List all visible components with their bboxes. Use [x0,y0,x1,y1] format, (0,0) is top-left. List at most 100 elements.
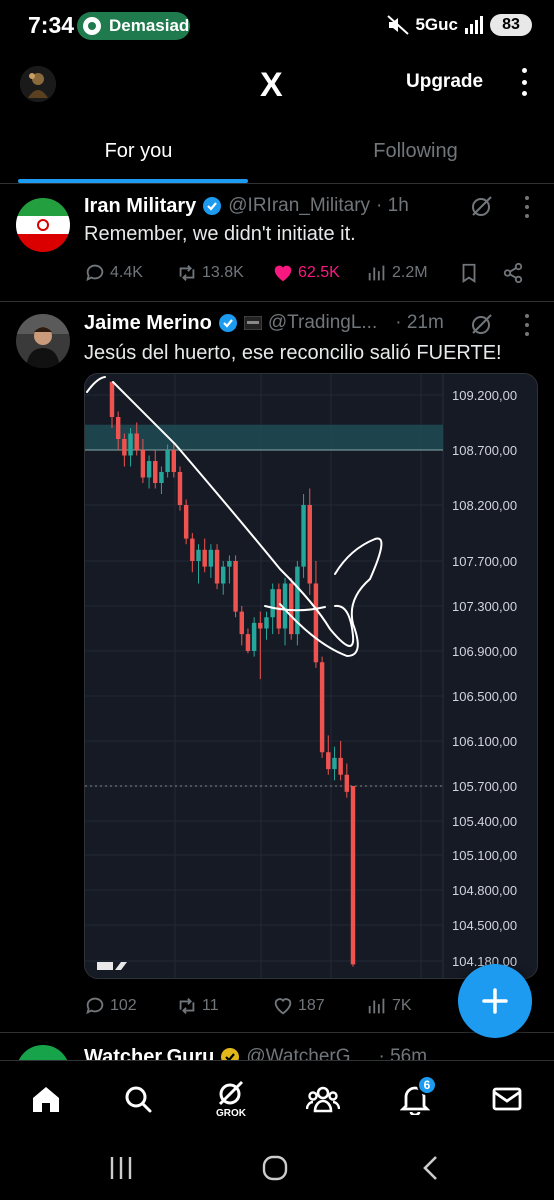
author-avatar[interactable] [16,314,70,368]
tab-label: Following [373,140,458,162]
price-tick-label: 109.200,00 [452,388,517,403]
author-handle[interactable]: @TradingL... [268,312,377,334]
author-photo [16,314,70,368]
tweet[interactable]: Iran Military @IRIran_Military · 1h Reme… [0,186,554,300]
repost-count: 13.8K [202,264,244,281]
like-count: 187 [298,997,325,1014]
grok-icon[interactable] [470,194,494,218]
active-app-label: Demasiado [109,16,190,35]
share-icon[interactable] [502,262,524,284]
tweet[interactable]: Watcher.Guru @WatcherG · 56m [0,1033,554,1060]
home-button-icon[interactable] [260,1154,290,1182]
profile-avatar[interactable] [20,66,56,102]
candle-body [344,774,350,792]
repost-button[interactable]: 13.8K [176,259,244,287]
tweet-text: Remember, we didn't initiate it. [84,223,356,245]
nav-communities[interactable] [303,1079,343,1119]
compose-button[interactable] [458,964,532,1038]
candle-body [338,757,343,775]
candle-body [288,583,294,635]
network-label: 5Guc [415,15,458,34]
nav-messages[interactable] [487,1079,527,1119]
reply-icon [86,997,104,1015]
candle-body [159,472,164,483]
price-tick-label: 105.100,00 [452,848,517,863]
bottom-navigation: GROK 6 [0,1060,554,1136]
back-icon[interactable] [416,1154,446,1182]
price-tick-label: 106.900,00 [452,644,517,659]
reply-count: 4.4K [110,264,143,281]
author-handle[interactable]: @WatcherG [246,1046,350,1060]
more-options-icon[interactable] [514,68,534,96]
bookmark-icon[interactable] [458,262,480,284]
reply-count: 102 [110,997,137,1014]
tweet-more-icon[interactable] [524,196,530,218]
grok-label: GROK [216,1108,246,1119]
candle-body [227,561,232,567]
views-button[interactable]: 2.2M [366,259,428,287]
active-app-pill[interactable]: Demasiado [77,12,190,40]
candle-body [332,757,337,770]
candle-body [196,549,201,561]
verified-badge-icon [218,314,237,332]
x-logo-icon[interactable]: X [260,66,283,105]
profile-avatar-image [20,66,56,102]
candle-body [177,472,183,505]
candle-body [153,461,158,483]
author-avatar[interactable] [16,198,70,252]
author-name[interactable]: Watcher.Guru [84,1046,214,1061]
signal-icon [465,16,483,34]
active-tab-indicator [18,179,248,183]
price-tick-label: 108.200,00 [452,498,517,513]
tab-for-you[interactable]: For you [0,126,277,183]
tweet-time: · 56m [378,1046,428,1060]
price-tick-label: 106.100,00 [452,734,517,749]
nav-search[interactable] [118,1079,158,1119]
candle-body [128,433,133,456]
reply-button[interactable]: 4.4K [84,259,143,287]
heart-icon [274,998,292,1015]
author-handle[interactable]: @IRIran_Military [228,195,370,217]
grok-icon [218,1080,244,1106]
price-tick-label: 105.700,00 [452,779,517,794]
candle-body [301,505,306,567]
candlestick-chart: 109.200,00 108.700,00 108.200,00 107.700,00… [85,374,537,978]
timeline-tabs: For you Following [0,126,554,184]
candle-body [282,583,288,629]
system-navigation [0,1136,554,1200]
candle-body [202,549,207,567]
candle-body [326,752,331,770]
mute-icon [387,15,410,35]
repost-button[interactable]: 11 [176,992,219,1020]
candle-body [115,417,121,439]
candle-body [350,786,356,965]
views-button[interactable]: 7K [366,992,412,1020]
author-name[interactable]: Jaime Merino [84,312,212,335]
nav-notifications[interactable]: 6 [395,1075,437,1119]
tab-label: For you [104,140,173,162]
like-button[interactable]: 62.5K [272,259,340,287]
repost-count: 11 [202,997,219,1014]
tab-following[interactable]: Following [277,126,554,183]
reply-button[interactable]: 102 [84,992,137,1020]
nav-home[interactable] [26,1079,66,1119]
view-count: 2.2M [392,264,428,281]
tweet-media-chart[interactable]: 109.200,00 108.700,00 108.200,00 107.700,00… [84,373,538,979]
grok-icon[interactable] [470,312,494,336]
tweet-time: · 1h [376,195,409,216]
tweet-header: Watcher.Guru @WatcherG · 56m [84,1043,504,1060]
candle-body [313,583,319,663]
notification-badge: 6 [417,1075,437,1095]
candle-body [307,505,312,584]
like-button[interactable]: 187 [272,992,325,1020]
app-status-icon [83,17,101,35]
verified-gold-badge-icon [221,1048,240,1060]
author-avatar[interactable] [16,1045,70,1060]
tweet-more-icon[interactable] [524,314,530,336]
candle-body [239,611,244,635]
nav-grok[interactable]: GROK [211,1079,251,1119]
candle-body [245,634,251,651]
upgrade-button[interactable]: Upgrade [406,71,483,93]
recent-apps-icon[interactable] [106,1154,136,1182]
author-name[interactable]: Iran Military [84,195,196,218]
